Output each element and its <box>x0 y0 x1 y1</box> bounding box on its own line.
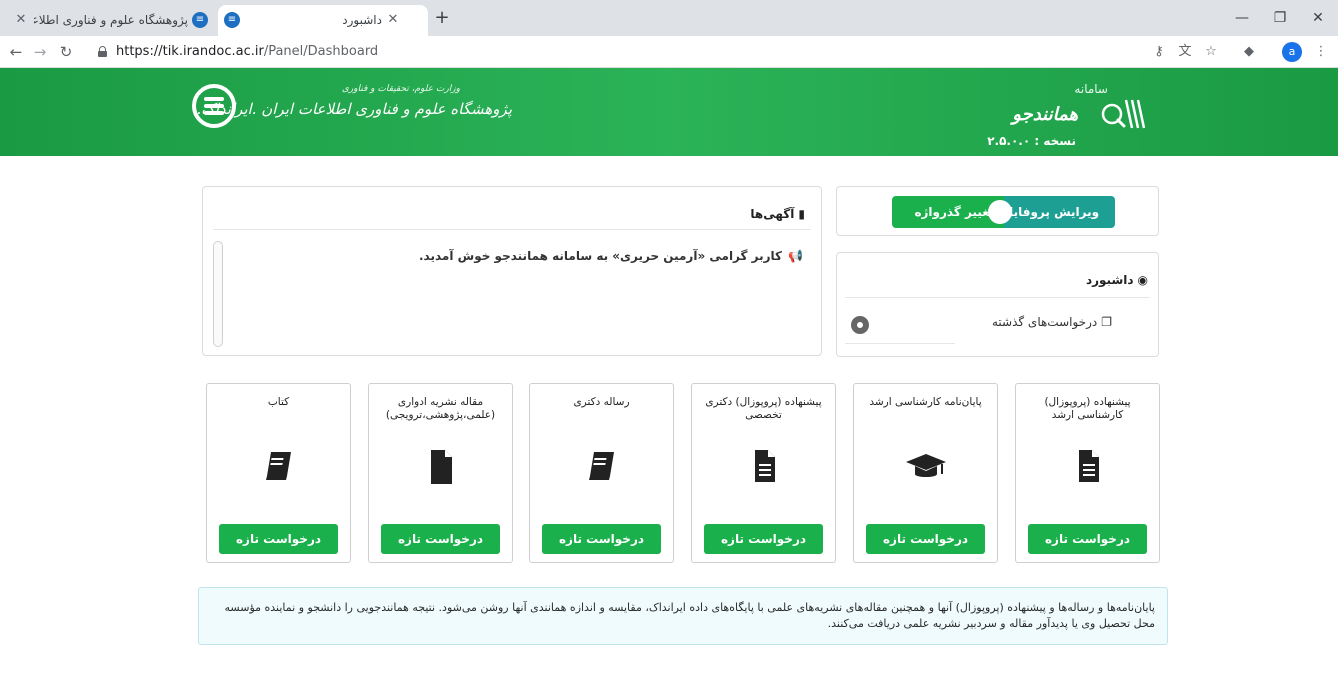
card-phd-dissertation: رساله دکتری درخواست تازه <box>529 383 674 563</box>
close-icon[interactable]: ✕ <box>14 13 28 27</box>
copy-icon: ❐ <box>1101 315 1112 329</box>
browser-tab-dashboard[interactable]: ≡ داشبورد ✕ <box>218 5 428 36</box>
url-path: /Panel/Dashboard <box>263 44 379 59</box>
browser-tab-irandoc[interactable]: ≡ پژوهشگاه علوم و فناوری اطلاعات ایران ✕ <box>4 5 216 36</box>
card-title: کتاب <box>267 396 290 408</box>
dashboard-gauge-icon: ◉ <box>1137 273 1148 287</box>
browser-tabstrip: ≡ پژوهشگاه علوم و فناوری اطلاعات ایران ✕… <box>0 0 1338 36</box>
url-host: https://tik.irandoc.ac.ir <box>116 44 264 59</box>
document-icon <box>1078 450 1099 482</box>
book-icon <box>265 452 291 480</box>
megaphone-icon: 📢 <box>788 249 803 263</box>
dashboard-title-text: داشبورد <box>1085 273 1134 287</box>
book-icon <box>588 452 614 480</box>
bookmark-icon: ▮ <box>798 207 805 221</box>
tab-title: پژوهشگاه علوم و فناوری اطلاعات ایران <box>34 13 188 27</box>
new-request-button[interactable]: درخواست تازه <box>542 524 661 554</box>
irandoc-favicon-icon: ≡ <box>224 12 240 28</box>
info-note: پایان‌نامه‌ها و رساله‌ها و پیشنهاده (پرو… <box>198 587 1168 645</box>
back-arrow-icon[interactable]: ← <box>6 42 26 62</box>
card-masters-thesis: پایان‌نامه کارشناسی ارشد درخواست تازه <box>853 383 998 563</box>
divider <box>213 229 811 230</box>
forward-arrow-icon[interactable]: → <box>30 42 50 62</box>
card-journal-article: مقاله نشریه ادواری (علمی،پژوهشی،ترویجی) … <box>368 383 513 563</box>
translate-icon[interactable]: 文 <box>1176 43 1194 61</box>
announcements-scrollbar[interactable] <box>213 241 223 347</box>
divider <box>845 343 955 344</box>
close-icon[interactable]: ✕ <box>386 13 400 27</box>
brand-name: همانندجو <box>1012 104 1078 125</box>
reload-icon[interactable]: ↻ <box>56 42 76 62</box>
key-icon[interactable]: ⚷ <box>1150 43 1168 61</box>
window-close-icon[interactable]: ✕ <box>1308 8 1328 28</box>
new-request-button[interactable]: درخواست تازه <box>866 524 985 554</box>
url-field[interactable]: https://tik.irandoc.ac.ir/Panel/Dashboar… <box>116 44 378 59</box>
new-request-button[interactable]: درخواست تازه <box>704 524 823 554</box>
card-book: کتاب درخواست تازه <box>206 383 351 563</box>
dashboard-title: ◉داشبورد <box>1086 273 1148 287</box>
profile-avatar[interactable]: a <box>1282 42 1302 62</box>
card-title: مقاله نشریه ادواری (علمی،پژوهشی،ترویجی) <box>385 396 496 421</box>
irandoc-favicon-icon: ≡ <box>192 12 208 28</box>
org-name: پژوهشگاه علوم و فناوری اطلاعات ایران .ای… <box>196 100 512 118</box>
version-label: نسخه : ۲.۵.۰.۰ <box>987 134 1076 148</box>
card-title: پیشنهاده (پروپوزال) دکتری تخصصی <box>705 396 822 421</box>
divider <box>845 297 1150 298</box>
info-note-text: پایان‌نامه‌ها و رساله‌ها و پیشنهاده (پرو… <box>224 601 1155 630</box>
card-title: رساله دکتری <box>573 396 630 408</box>
past-requests-badge[interactable] <box>851 316 869 334</box>
profile-panel: ویرایش پروفایل تغییر گذرواژه <box>836 186 1159 236</box>
past-requests-label: درخواست‌های گذشته <box>991 315 1098 329</box>
site-header: وزارت علوم، تحقیقات و فناوری پژوهشگاه عل… <box>0 68 1338 156</box>
maximize-icon[interactable]: ❐ <box>1270 8 1290 28</box>
card-phd-proposal: پیشنهاده (پروپوزال) دکتری تخصصی درخواست … <box>691 383 836 563</box>
file-icon <box>430 450 452 484</box>
new-tab-button[interactable]: + <box>432 8 452 28</box>
tab-title: داشبورد <box>342 13 382 27</box>
org-ministry: وزارت علوم، تحقیقات و فناوری <box>341 84 460 94</box>
new-request-button[interactable]: درخواست تازه <box>219 524 338 554</box>
announcements-panel: ▮آگهی‌ها 📢 کاربر گرامی «آرمین حریری» به س… <box>202 186 822 356</box>
new-request-button[interactable]: درخواست تازه <box>1028 524 1147 554</box>
announcements-title-text: آگهی‌ها <box>750 207 795 221</box>
new-request-button[interactable]: درخواست تازه <box>381 524 500 554</box>
edit-profile-button[interactable]: ویرایش پروفایل <box>995 196 1115 228</box>
dashboard-panel: ◉داشبورد ❐درخواست‌های گذشته <box>836 252 1159 357</box>
announcement-message-text: کاربر گرامی «آرمین حریری» به سامانه همان… <box>419 249 783 263</box>
lock-icon[interactable] <box>98 46 107 57</box>
address-bar: ← → ↻ https://tik.irandoc.ac.ir/Panel/Da… <box>0 36 1338 68</box>
minimize-icon[interactable]: — <box>1232 8 1252 28</box>
hamanandjoo-logo-icon[interactable] <box>1098 96 1148 132</box>
extension-icon[interactable]: ◆ <box>1240 43 1258 61</box>
document-icon <box>754 450 775 482</box>
card-title: پایان‌نامه کارشناسی ارشد <box>869 396 982 408</box>
past-requests-link[interactable]: ❐درخواست‌های گذشته <box>992 315 1112 329</box>
graduation-cap-icon <box>905 454 946 477</box>
announcements-title: ▮آگهی‌ها <box>750 207 805 221</box>
profile-button-group: ویرایش پروفایل تغییر گذرواژه <box>892 196 1115 228</box>
brand-small-label: سامانه <box>1074 82 1108 96</box>
star-icon[interactable]: ☆ <box>1202 43 1220 61</box>
card-masters-proposal: پیشنهاده (پروپوزال) کارشناسی ارشد درخواس… <box>1015 383 1160 563</box>
announcement-message: 📢 کاربر گرامی «آرمین حریری» به سامانه هما… <box>383 249 803 263</box>
menu-dots-icon[interactable]: ⋮ <box>1312 43 1330 61</box>
divider-circle <box>988 200 1012 224</box>
card-title: پیشنهاده (پروپوزال) کارشناسی ارشد <box>1044 396 1131 421</box>
